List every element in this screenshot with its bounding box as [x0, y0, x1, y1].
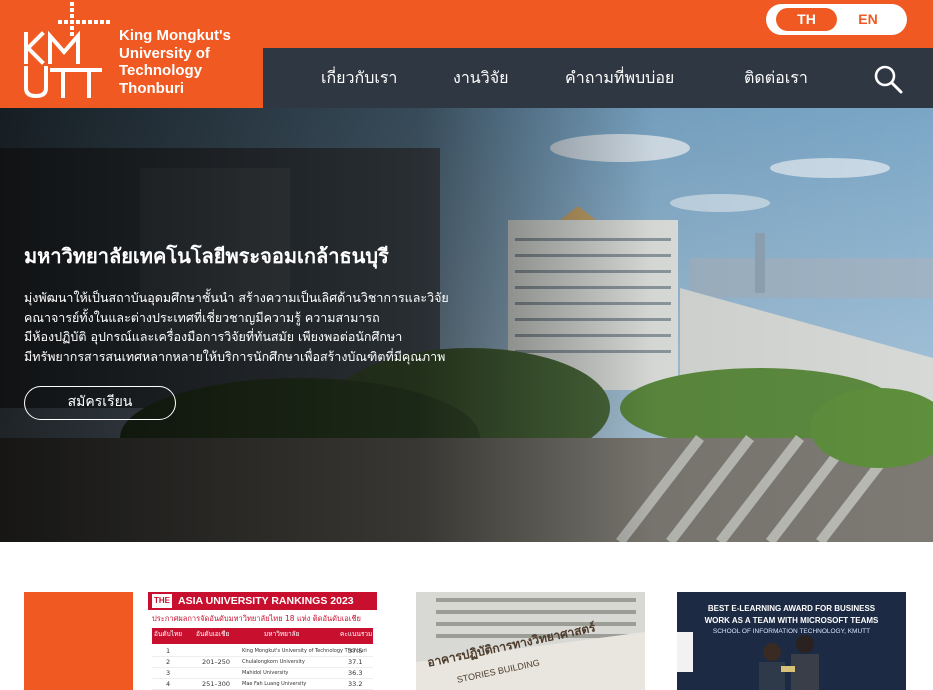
cell: Chulalongkorn University [242, 659, 305, 665]
col-header: อันดับเอเชีย [196, 630, 230, 638]
col-header: มหาวิทยาลัย [264, 630, 300, 638]
hero-description-line: คณาจารย์ทั้งในและต่างประเทศที่เชี่ยวชาญม… [24, 309, 380, 325]
cell: 201–250 [202, 658, 231, 666]
nav-item-research[interactable]: งานวิจัย [453, 66, 508, 90]
award-line-3: SCHOOL OF INFORMATION TECHNOLOGY, KMUTT [712, 628, 871, 635]
page: King Mongkut's University of Technology … [0, 0, 933, 690]
hero-banner: มหาวิทยาลัยเทคโนโลยีพระจอมเกล้าธนบุรี มุ… [0, 108, 933, 542]
the-logo: THE [152, 594, 172, 608]
lang-th-button[interactable]: TH [776, 8, 837, 31]
brand-block[interactable]: King Mongkut's University of Technology … [0, 0, 263, 108]
award-line-1: BEST E-LEARNING AWARD FOR BUSINESS [707, 604, 876, 613]
apply-button[interactable]: สมัครเรียน [24, 386, 176, 420]
rankings-title: ASIA UNIVERSITY RANKINGS 2023 [178, 595, 354, 607]
rankings-subtitle: ประกาศผลการจัดอันดับมหาวิทยาลัยไทย 18 แห… [152, 614, 361, 623]
news-card-rankings[interactable]: THE ASIA UNIVERSITY RANKINGS 2023 ประกาศ… [148, 592, 377, 690]
hero-description-line: มุ่งพัฒนาให้เป็นสถาบันอุดมศึกษาชั้นนำ สร… [24, 290, 449, 305]
cell: Mahidol University [242, 670, 289, 676]
brand-name-line: University of [119, 44, 210, 62]
table-row: 3 Mahidol University 36.3 [152, 668, 373, 679]
cell: 36.3 [348, 669, 363, 677]
language-toggle: TH EN [766, 4, 907, 35]
cell: 251–300 [202, 680, 231, 688]
cell: 2 [166, 658, 171, 666]
site-header: King Mongkut's University of Technology … [0, 0, 933, 108]
hero-title: มหาวิทยาลัยเทคโนโลยีพระจอมเกล้าธนบุรี [24, 244, 389, 268]
rankings-banner: THE ASIA UNIVERSITY RANKINGS 2023 [148, 592, 377, 610]
award-line-2: WORK AS A TEAM WITH MICROSOFT TEAMS [704, 616, 879, 625]
search-icon[interactable] [873, 64, 903, 94]
nav-item-about[interactable]: เกี่ยวกับเรา [321, 66, 397, 90]
table-row: 1 King Mongkut's University of Technolog… [152, 646, 373, 657]
table-row: 4 251–300 Mae Fah Luang University 33.2 [152, 679, 373, 690]
nav-item-faq[interactable]: คำถามที่พบบ่อย [565, 66, 674, 90]
news-card-award[interactable]: BEST E-LEARNING AWARD FOR BUSINESS WORK … [677, 592, 906, 690]
nav-item-contact[interactable]: ติดต่อเรา [744, 66, 808, 90]
col-header: อันดับไทย [154, 630, 183, 638]
hero-description-line: มีทรัพยากรสารสนเทศหลากหลายให้บริการนักศึ… [24, 348, 446, 364]
cell: 37.1 [348, 658, 363, 666]
brand-name-line: King Mongkut's [119, 27, 231, 44]
col-header: คะแนนรวม [340, 630, 373, 638]
lang-en-button[interactable]: EN [846, 8, 890, 31]
brand-name-line: Technology [119, 62, 203, 79]
rankings-table-header: อันดับไทย อันดับเอเชีย มหาวิทยาลัย คะแนน… [152, 628, 373, 644]
brand-name-line: Thonburi [119, 79, 184, 97]
cell: 4 [166, 680, 171, 688]
cell: 1 [166, 647, 171, 655]
kmutt-logo-mark [24, 2, 110, 98]
cell: 37.5 [348, 647, 363, 655]
hero-description: มุ่งพัฒนาให้เป็นสถาบันอุดมศึกษาชั้นนำ สร… [24, 288, 514, 366]
main-nav: เกี่ยวกับเรา งานวิจัย คำถามที่พบบ่อย ติด… [263, 48, 933, 108]
cell: Mae Fah Luang University [242, 681, 307, 687]
hero-description-line: มีห้องปฏิบัติ อุปกรณ์และเครื่องมือการวิจ… [24, 329, 403, 344]
news-accent-block [24, 592, 133, 690]
news-card-building[interactable]: อาคารปฏิบัติการทางวิทยาศาสตร์ STORIES BU… [416, 592, 645, 690]
brand-name: King Mongkut's University of Technology … [119, 27, 231, 97]
cell: 33.2 [348, 680, 363, 688]
cell: 3 [166, 669, 171, 677]
table-row: 2 201–250 Chulalongkorn University 37.1 [152, 657, 373, 668]
